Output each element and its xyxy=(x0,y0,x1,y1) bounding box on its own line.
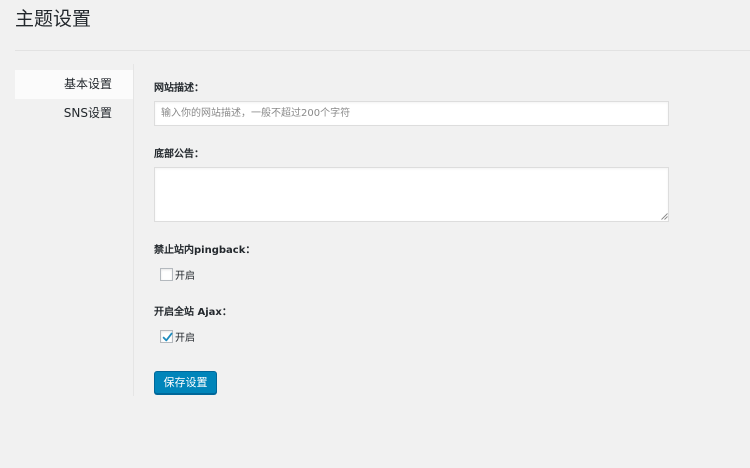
checkmark-icon xyxy=(162,332,173,342)
title-divider xyxy=(15,50,750,51)
sidebar-divider xyxy=(133,64,134,396)
enable-ajax-option[interactable]: 开启 xyxy=(160,329,195,344)
enable-ajax-checkbox[interactable] xyxy=(160,330,173,343)
disable-pingback-checkbox[interactable] xyxy=(160,268,173,281)
sidebar-item-basic-settings[interactable]: 基本设置 xyxy=(15,70,133,99)
disable-pingback-option[interactable]: 开启 xyxy=(160,267,195,282)
enable-ajax-label: 开启全站 Ajax： xyxy=(154,307,232,318)
site-description-input[interactable] xyxy=(154,101,669,126)
site-description-label: 网站描述： xyxy=(154,83,204,94)
disable-pingback-label: 禁止站内pingback： xyxy=(154,245,256,256)
save-settings-button[interactable]: 保存设置 xyxy=(154,371,217,394)
sidebar-item-sns-settings[interactable]: SNS设置 xyxy=(15,99,133,128)
footer-notice-label: 底部公告： xyxy=(154,149,204,160)
enable-ajax-option-label: 开启 xyxy=(175,333,195,344)
page-title: 主题设置 xyxy=(15,8,92,30)
footer-notice-textarea[interactable] xyxy=(154,167,669,222)
disable-pingback-option-label: 开启 xyxy=(175,271,195,282)
resize-handle-icon[interactable] xyxy=(661,213,668,220)
settings-sidebar: 基本设置 SNS设置 xyxy=(15,70,133,128)
